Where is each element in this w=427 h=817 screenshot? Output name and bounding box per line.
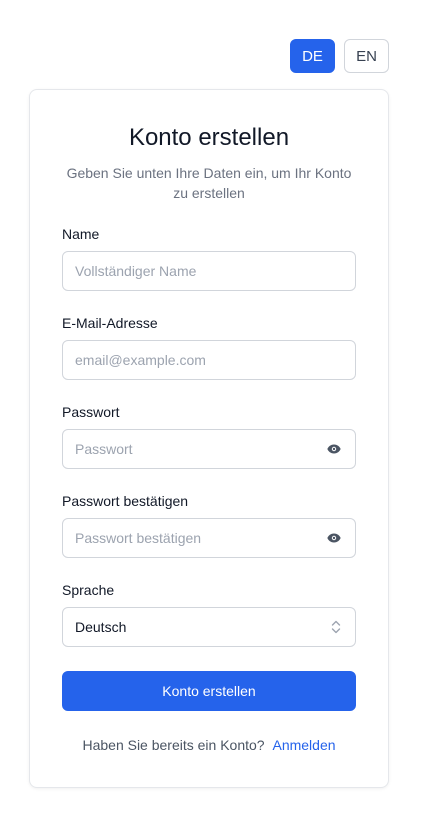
language-button-en[interactable]: EN <box>344 39 389 73</box>
name-field[interactable] <box>62 251 356 291</box>
card-title: Konto erstellen <box>128 124 290 151</box>
password-field[interactable] <box>62 429 356 469</box>
email-field[interactable] <box>62 340 356 380</box>
eye-icon[interactable] <box>325 440 343 458</box>
language-button-de[interactable]: DE <box>290 39 335 73</box>
password-confirm-field[interactable] <box>62 518 356 558</box>
language-select[interactable]: Deutsch <box>62 607 356 647</box>
name-label: Name <box>62 226 100 242</box>
password-label: Passwort <box>62 404 120 420</box>
language-switch: DE EN <box>290 39 389 73</box>
card-subtitle: Geben Sie unten Ihre Daten ein, um Ihr K… <box>66 165 352 201</box>
password-confirm-input[interactable] <box>75 530 325 546</box>
password-confirm-label: Passwort bestätigen <box>62 493 189 509</box>
name-input[interactable] <box>75 263 343 279</box>
language-select-value: Deutsch <box>75 619 127 635</box>
email-label: E-Mail-Adresse <box>62 315 158 331</box>
signup-card: Konto erstellen Geben Sie unten Ihre Dat… <box>29 89 389 788</box>
login-prompt: Haben Sie bereits ein Konto? Anmelden <box>30 737 388 753</box>
login-prompt-text: Haben Sie bereits ein Konto? <box>82 737 265 753</box>
chevron-up-down-icon <box>329 618 343 636</box>
create-account-button[interactable]: Konto erstellen <box>62 671 356 711</box>
login-link[interactable]: Anmelden <box>272 737 335 753</box>
email-input[interactable] <box>75 352 343 368</box>
eye-icon[interactable] <box>325 529 343 547</box>
language-label: Sprache <box>62 582 115 598</box>
password-input[interactable] <box>75 441 325 457</box>
